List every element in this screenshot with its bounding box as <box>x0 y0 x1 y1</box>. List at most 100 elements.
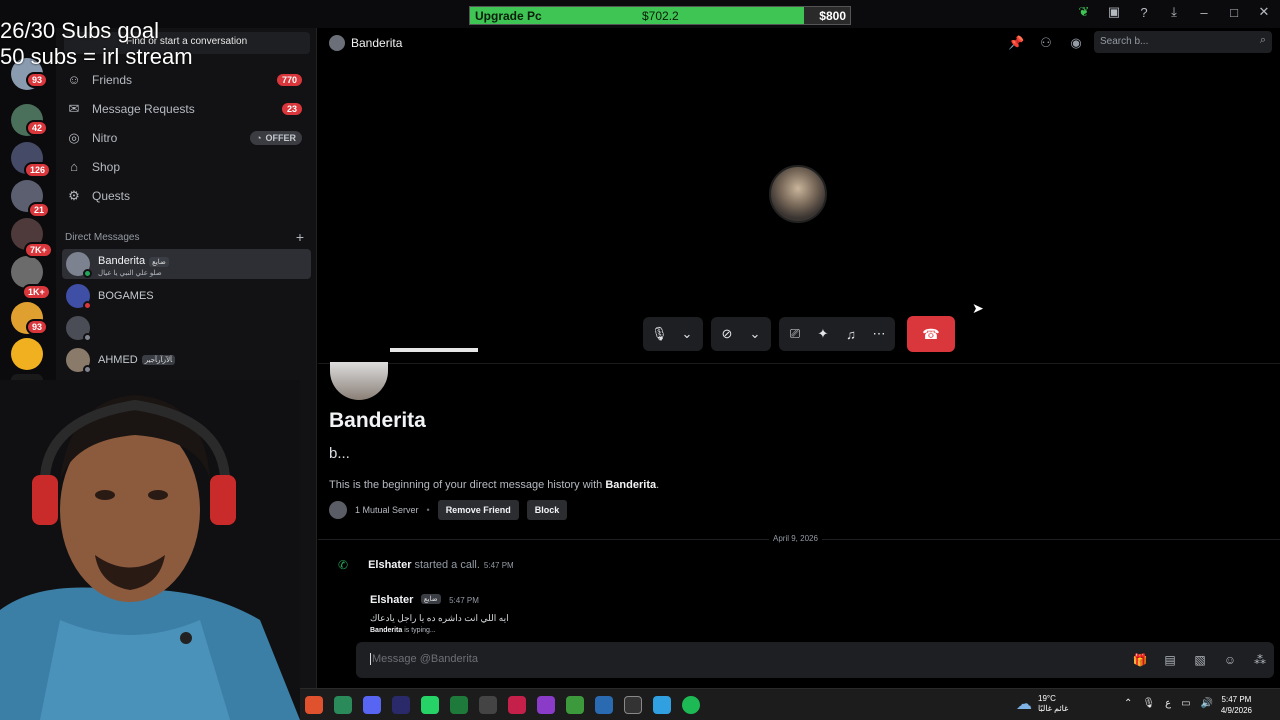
hang-up-button[interactable]: ☎ <box>907 316 955 352</box>
nitro-icon: ◎ <box>68 130 80 145</box>
author-tag: ضايع <box>420 593 441 604</box>
goal-label: Upgrade Pc <box>475 9 542 23</box>
stream-overlay-text: 26/30 Subs goal 50 subs = irl stream <box>0 18 193 70</box>
remove-friend-button[interactable]: Remove Friend <box>437 500 519 520</box>
volume-icon[interactable]: 🔊 <box>1201 698 1213 709</box>
subs-goal-bar: Upgrade Pc $702.2 $800 <box>469 6 851 25</box>
goal-target: $800 <box>819 9 846 23</box>
nav-shop[interactable]: ⌂ Shop <box>64 154 310 180</box>
unread-badge: 7K+ <box>24 242 53 258</box>
minecraft-icon[interactable] <box>566 696 584 714</box>
nav-quests[interactable]: ⚙ Quests <box>64 183 310 209</box>
inbox-icon[interactable]: ▣ <box>1106 4 1122 20</box>
system-message-author[interactable]: Elshater <box>368 559 411 571</box>
network-icon[interactable]: ▭ <box>1181 698 1190 709</box>
message-composer[interactable]: Message @Banderita 🎁 ▤ ▧ ☺ ⁂ <box>356 642 1274 678</box>
microphone-icon[interactable]: 🎙 <box>651 326 668 342</box>
app-icon[interactable] <box>334 696 352 714</box>
gift-icon[interactable]: 🎁 <box>1132 653 1148 667</box>
chevron-down-icon[interactable]: ⌄ <box>747 326 763 342</box>
app-icon[interactable] <box>508 696 526 714</box>
create-dm-plus-icon[interactable]: + <box>296 229 304 245</box>
discord-icon[interactable] <box>363 696 381 714</box>
dm-name: AHMED <box>98 354 138 366</box>
gif-icon[interactable]: ▤ <box>1162 653 1178 667</box>
intro-name: Banderita <box>605 479 657 491</box>
add-friends-icon[interactable]: ⚇ <box>1038 35 1054 51</box>
quests-icon: ⚙ <box>68 188 80 203</box>
app-icon[interactable] <box>537 696 555 714</box>
time: 5:47 PM <box>1221 695 1252 704</box>
close-icon[interactable]: ✕ <box>1256 4 1272 20</box>
nav-friends[interactable]: ☺ Friends 770 <box>64 67 310 93</box>
nav-label: Friends <box>92 73 133 87</box>
mutual-row: 1 Mutual Server • Remove Friend Block <box>329 500 568 520</box>
avatar <box>329 35 345 51</box>
dm-item-ahmed[interactable]: AHMED ﺂﻟﺂﺯﺂﺭﺂﺟﻴﺮ <box>62 345 311 375</box>
epic-games-icon[interactable] <box>624 696 642 714</box>
nav-nitro[interactable]: ◎ Nitro ◔ OFFER <box>64 125 310 151</box>
dm-item-banderita[interactable]: Banderita ضايع صلو علي النبي يا عيال <box>62 249 311 279</box>
help-icon[interactable]: ? <box>1136 5 1152 20</box>
server-icon[interactable] <box>11 338 43 370</box>
call-participant-avatar[interactable] <box>769 165 827 223</box>
spotify-icon[interactable] <box>682 696 700 714</box>
nav-message-requests[interactable]: ✉ Message Requests 23 <box>64 96 310 122</box>
clock[interactable]: 5:47 PM 4/9/2026 <box>1221 694 1252 716</box>
offer-text: OFFER <box>265 133 297 143</box>
friends-badge: 770 <box>276 74 302 86</box>
chevron-down-icon[interactable]: ⌄ <box>679 326 695 342</box>
user-profile-icon[interactable]: ◉ <box>1068 35 1084 51</box>
whatsapp-icon[interactable] <box>421 696 439 714</box>
mutual-servers-link[interactable]: 1 Mutual Server <box>355 505 419 515</box>
minimize-icon[interactable]: – <box>1196 5 1212 20</box>
premiere-icon[interactable] <box>392 696 410 714</box>
message-input[interactable]: Message @Banderita <box>370 653 478 665</box>
download-icon[interactable]: ⤓ <box>1166 4 1182 20</box>
camera-off-icon[interactable]: ⊘ <box>719 326 735 342</box>
app-icon[interactable] <box>653 696 671 714</box>
date: 4/9/2026 <box>1220 706 1252 715</box>
search-icon: ⌕ <box>1259 34 1266 46</box>
emoji-icon[interactable]: ☺ <box>1222 653 1238 667</box>
shop-icon: ⌂ <box>70 159 78 174</box>
unread-badge: 126 <box>24 162 52 178</box>
chevron-up-icon[interactable]: ⌃ <box>1124 698 1132 709</box>
apps-icon[interactable]: ⁂ <box>1252 653 1268 667</box>
pin-icon[interactable]: 📌 <box>1008 35 1024 51</box>
dm-item-bogames[interactable]: BOGAMES <box>62 281 311 311</box>
nitro-leaf-icon[interactable]: ❦ <box>1076 4 1092 20</box>
brave-icon[interactable] <box>305 696 323 714</box>
screen-share-icon[interactable]: ⎚ <box>787 326 803 342</box>
avatar <box>66 284 92 310</box>
more-icon[interactable]: ⋯ <box>871 326 887 342</box>
language-indicator[interactable]: ع <box>1165 698 1171 709</box>
weather-text: غائم غالبًا <box>1038 704 1069 713</box>
avatar <box>66 252 92 278</box>
avatar <box>66 348 92 374</box>
block-button[interactable]: Block <box>526 500 568 520</box>
status-dnd-icon <box>83 301 92 310</box>
search-input[interactable]: Search b... ⌕ <box>1094 31 1272 53</box>
system-tray: ⌃ 🎙 ع ▭ 🔊 <box>1124 698 1213 709</box>
microphone-icon[interactable]: 🎙 <box>1142 698 1155 709</box>
date-divider-label: April 9, 2026 <box>769 534 822 543</box>
excel-icon[interactable] <box>450 696 468 714</box>
app-icon[interactable] <box>595 696 613 714</box>
window-controls: ❦ ▣ ? ⤓ – □ ✕ <box>1076 4 1272 20</box>
system-message-text: started a call. <box>414 559 480 571</box>
soundboard-icon[interactable]: ♫ <box>843 327 859 342</box>
sticker-icon[interactable]: ▧ <box>1192 653 1208 667</box>
channel-title: Banderita <box>351 36 403 50</box>
screen: Upgrade Pc $702.2 $800 ❦ ▣ ? ⤓ – □ ✕ 26/… <box>0 0 1280 720</box>
temperature: 19°C <box>1038 694 1056 703</box>
dm-status-text: صلو علي النبي يا عيال <box>98 270 162 277</box>
activities-icon[interactable]: ✦ <box>815 326 831 342</box>
maximize-icon[interactable]: □ <box>1226 5 1242 20</box>
weather-widget[interactable]: ☁ 19°C غائم غالبًا <box>1016 694 1068 714</box>
dm-item-unnamed[interactable] <box>62 313 311 343</box>
taskbar-apps <box>305 696 700 714</box>
app-icon[interactable] <box>479 696 497 714</box>
message-author[interactable]: Elshater <box>370 594 413 606</box>
typing-indicator: Banderita is typing... <box>370 627 436 634</box>
